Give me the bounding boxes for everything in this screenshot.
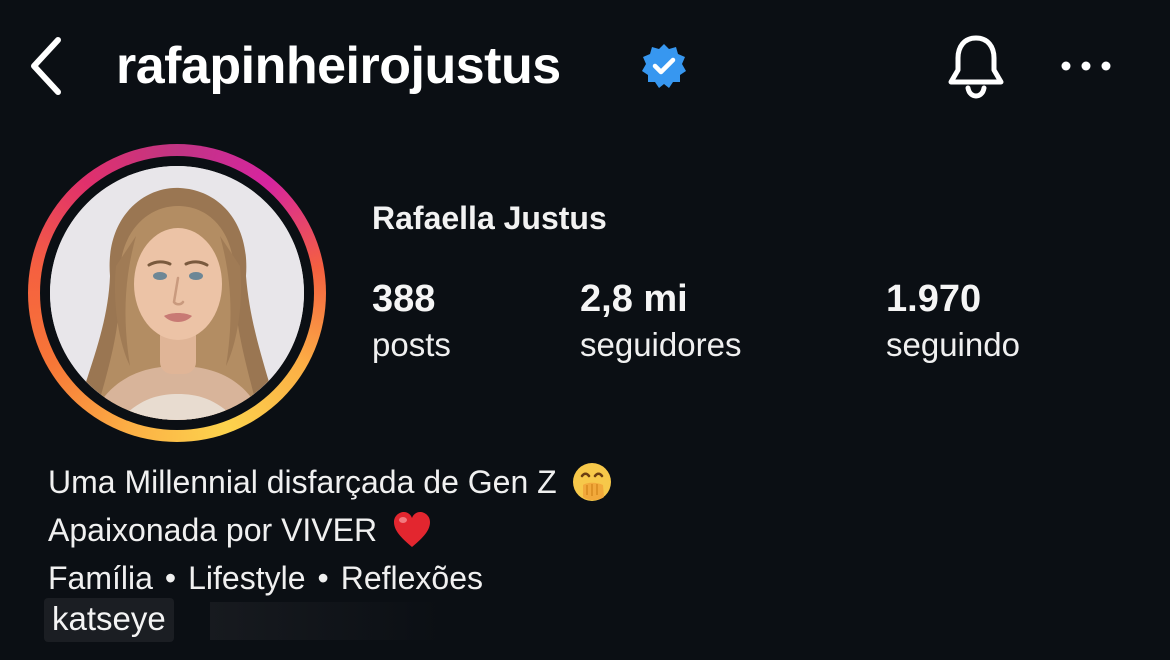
followers-stat[interactable]: 2,8 mi seguidores — [580, 276, 741, 366]
followers-label: seguidores — [580, 326, 742, 363]
posts-label: posts — [372, 326, 451, 363]
bio-tag: Reflexões — [340, 560, 483, 596]
bio-tag: Lifestyle — [188, 560, 306, 596]
bio-separator: • — [317, 560, 329, 596]
story-ring[interactable] — [28, 144, 326, 442]
profile-header: rafapinheirojustus — [0, 0, 1170, 140]
more-horizontal-icon — [1061, 61, 1111, 71]
posts-count: 388 — [372, 278, 436, 320]
profile-username: rafapinheirojustus — [116, 37, 561, 95]
chevron-left-icon — [31, 37, 61, 95]
profile-bio: Uma Millennial disfarçada de Gen Z Apaix… — [48, 458, 613, 602]
display-name: Rafaella Justus — [372, 200, 607, 236]
bio-separator: • — [164, 560, 177, 596]
bio-line: Uma Millennial disfarçada de Gen Z — [48, 458, 613, 506]
following-count: 1.970 — [886, 278, 982, 320]
notifications-button[interactable] — [940, 30, 1012, 102]
more-options-button[interactable] — [1056, 46, 1116, 86]
blurred-text-overlay — [210, 602, 440, 640]
posts-stat[interactable]: 388 posts — [372, 276, 451, 366]
bio-line: Apaixonada por VIVER — [48, 506, 613, 554]
back-button[interactable] — [22, 34, 74, 98]
bio-tag: Família — [48, 560, 153, 596]
followers-count: 2,8 mi — [580, 278, 688, 320]
story-ring-gap — [40, 156, 314, 430]
following-label: seguindo — [886, 326, 1020, 363]
caption-overlay: katseye — [44, 598, 174, 642]
profile-photo — [50, 166, 304, 420]
face-with-hand-over-mouth-emoji-icon — [571, 461, 613, 503]
bell-icon — [948, 35, 1004, 99]
avatar — [50, 166, 304, 420]
bio-text: Apaixonada por VIVER — [48, 512, 378, 548]
red-heart-emoji-icon — [391, 509, 433, 551]
following-stat[interactable]: 1.970 seguindo — [886, 276, 1020, 366]
bio-text: Uma Millennial disfarçada de Gen Z — [48, 464, 557, 500]
bio-line: Família • Lifestyle • Reflexões — [48, 554, 613, 602]
verified-badge-icon — [640, 42, 688, 90]
